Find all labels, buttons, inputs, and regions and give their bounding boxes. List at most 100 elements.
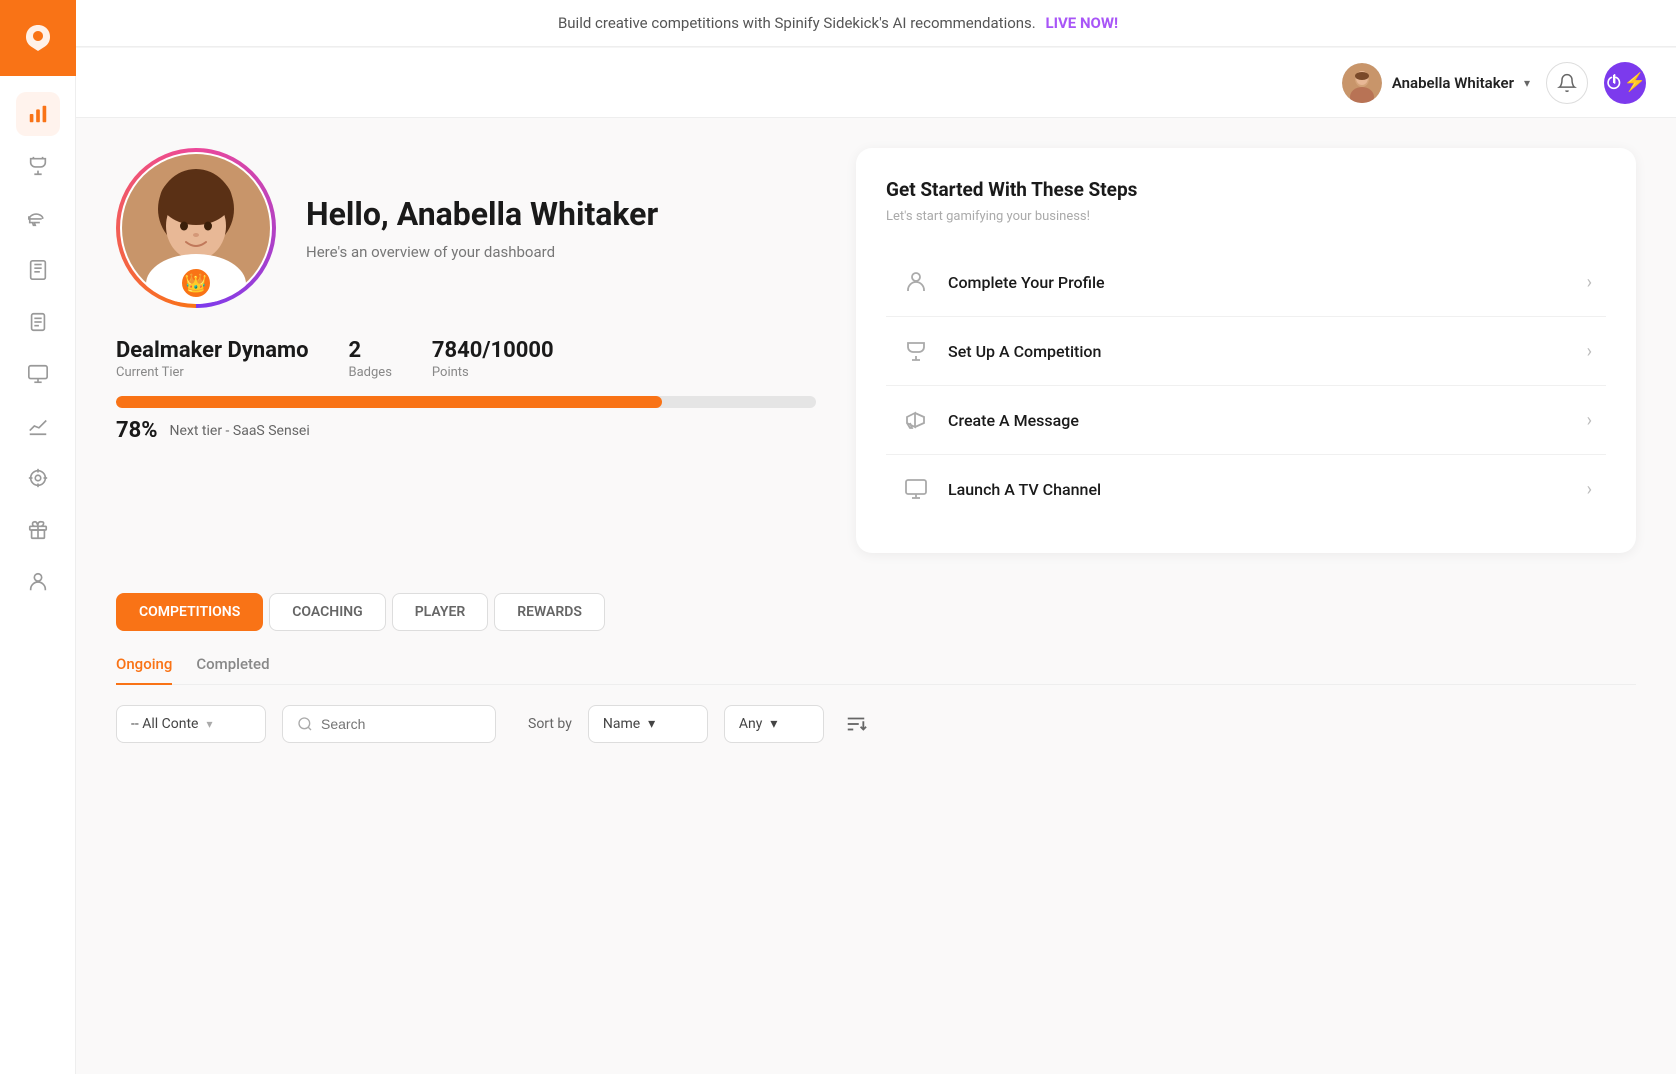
stat-badges: 2 Badges xyxy=(349,338,392,380)
sidebar-item-eye-target[interactable] xyxy=(16,456,60,500)
chart-icon xyxy=(27,103,49,125)
sort-any-select[interactable]: Any ▾ xyxy=(724,705,824,743)
main-tabs: COMPETITIONS COACHING PLAYER REWARDS xyxy=(116,593,1636,631)
tab-competitions[interactable]: COMPETITIONS xyxy=(116,593,263,631)
step-arrow-tv: › xyxy=(1587,479,1592,500)
step-label-message: Create A Message xyxy=(948,411,1571,430)
sidebar-item-gift[interactable] xyxy=(16,508,60,552)
logo-icon xyxy=(19,19,57,57)
header: Anabella Whitaker ▾ ⚡ xyxy=(76,48,1676,118)
content-filter-select[interactable]: -- All Conte ▾ xyxy=(116,705,266,743)
sidebar-item-monitor[interactable] xyxy=(16,352,60,396)
content-filter-arrow: ▾ xyxy=(206,717,212,731)
analytics-icon xyxy=(27,415,49,437)
profile-card: 👑 Hello, Anabella Whitaker Here's an ove… xyxy=(116,148,816,553)
header-chevron-icon: ▾ xyxy=(1524,76,1530,90)
stat-tier: Dealmaker Dynamo Current Tier xyxy=(116,338,309,380)
sidebar-item-person[interactable] xyxy=(16,560,60,604)
tier-label: Current Tier xyxy=(116,365,309,380)
progress-bar-fill xyxy=(116,396,662,408)
avatar xyxy=(1342,63,1382,103)
step-person-icon xyxy=(900,266,932,298)
search-box xyxy=(282,705,496,743)
progress-bar-container xyxy=(116,396,816,408)
step-item-competition[interactable]: Set Up A Competition › xyxy=(886,317,1606,386)
step-label-tv: Launch A TV Channel xyxy=(948,480,1571,499)
person-icon xyxy=(27,571,49,593)
sort-order-icon[interactable] xyxy=(840,708,872,740)
sidebar-item-dashboard[interactable] xyxy=(16,92,60,136)
subtab-ongoing[interactable]: Ongoing xyxy=(116,655,172,685)
top-banner: Build creative competitions with Spinify… xyxy=(0,0,1676,47)
steps-card: Get Started With These Steps Let's start… xyxy=(856,148,1636,553)
profile-section: 👑 Hello, Anabella Whitaker Here's an ove… xyxy=(116,148,1636,553)
subtab-completed[interactable]: Completed xyxy=(196,655,269,685)
sort-any-arrow: ▾ xyxy=(770,716,777,732)
search-icon xyxy=(297,716,313,732)
sidebar-navigation xyxy=(0,76,75,620)
sidebar-item-trophy[interactable] xyxy=(16,144,60,188)
sidebar-item-megaphone[interactable] xyxy=(16,196,60,240)
step-trophy-icon xyxy=(900,335,932,367)
notification-button[interactable] xyxy=(1546,62,1588,104)
profile-info: Hello, Anabella Whitaker Here's an overv… xyxy=(306,195,658,261)
sub-tabs: Ongoing Completed xyxy=(116,655,1636,685)
header-username: Anabella Whitaker xyxy=(1392,74,1514,92)
filter-row: -- All Conte ▾ Sort by Name ▾ Any ▾ xyxy=(116,705,1636,743)
steps-subtitle: Let's start gamifying your business! xyxy=(886,209,1606,224)
tab-rewards[interactable]: REWARDS xyxy=(494,593,605,631)
page-icon xyxy=(27,311,49,333)
header-user[interactable]: Anabella Whitaker ▾ xyxy=(1342,63,1530,103)
bell-icon xyxy=(1557,73,1577,93)
megaphone-icon xyxy=(27,207,49,229)
search-input[interactable] xyxy=(321,716,481,732)
step-item-message[interactable]: Create A Message › xyxy=(886,386,1606,455)
main-content: 👑 Hello, Anabella Whitaker Here's an ove… xyxy=(76,118,1676,1074)
trophy-icon xyxy=(27,155,49,177)
profile-avatar-wrapper: 👑 xyxy=(116,148,276,308)
sidebar-item-report[interactable] xyxy=(16,248,60,292)
points-label: Points xyxy=(432,365,554,380)
profile-subtitle: Here's an overview of your dashboard xyxy=(306,243,658,261)
sort-any-label: Any xyxy=(739,716,763,732)
profile-stats: Dealmaker Dynamo Current Tier 2 Badges 7… xyxy=(116,338,816,380)
user-avatar-img xyxy=(1342,63,1382,103)
points-value: 7840/10000 xyxy=(432,338,554,363)
tab-coaching[interactable]: COACHING xyxy=(269,593,385,631)
live-link[interactable]: LIVE NOW! xyxy=(1045,14,1118,32)
report-icon xyxy=(27,259,49,281)
tabs-section: COMPETITIONS COACHING PLAYER REWARDS Ong… xyxy=(116,593,1636,743)
progress-info: 78% Next tier - SaaS Sensei xyxy=(116,418,816,443)
sidebar xyxy=(0,0,76,1074)
step-arrow-message: › xyxy=(1587,410,1592,431)
tab-player[interactable]: PLAYER xyxy=(392,593,489,631)
badges-label: Badges xyxy=(349,365,392,380)
step-label-profile: Complete Your Profile xyxy=(948,273,1571,292)
sort-by-label: Sort by xyxy=(528,716,572,732)
step-megaphone-icon xyxy=(900,404,932,436)
tier-name: Dealmaker Dynamo xyxy=(116,338,309,363)
profile-top: 👑 Hello, Anabella Whitaker Here's an ove… xyxy=(116,148,816,308)
sort-name-label: Name xyxy=(603,716,640,732)
content-filter-label: -- All Conte xyxy=(131,716,198,732)
crown-badge: 👑 xyxy=(179,266,213,300)
power-icon xyxy=(1604,73,1624,93)
badges-count: 2 xyxy=(349,338,392,363)
banner-text: Build creative competitions with Spinify… xyxy=(558,14,1036,32)
step-label-competition: Set Up A Competition xyxy=(948,342,1571,361)
sidebar-item-page[interactable] xyxy=(16,300,60,344)
progress-pct: 78% xyxy=(116,418,158,443)
step-item-tv[interactable]: Launch A TV Channel › xyxy=(886,455,1606,523)
power-button[interactable]: ⚡ xyxy=(1604,62,1646,104)
step-item-profile[interactable]: Complete Your Profile › xyxy=(886,248,1606,317)
sort-name-select[interactable]: Name ▾ xyxy=(588,705,708,743)
step-monitor-icon xyxy=(900,473,932,505)
step-arrow-competition: › xyxy=(1587,341,1592,362)
monitor-icon xyxy=(27,363,49,385)
eye-target-icon xyxy=(27,467,49,489)
stat-points: 7840/10000 Points xyxy=(432,338,554,380)
sidebar-logo[interactable] xyxy=(0,0,76,76)
sort-arrow: ▾ xyxy=(648,716,655,732)
sidebar-item-analytics[interactable] xyxy=(16,404,60,448)
profile-greeting: Hello, Anabella Whitaker xyxy=(306,195,658,233)
